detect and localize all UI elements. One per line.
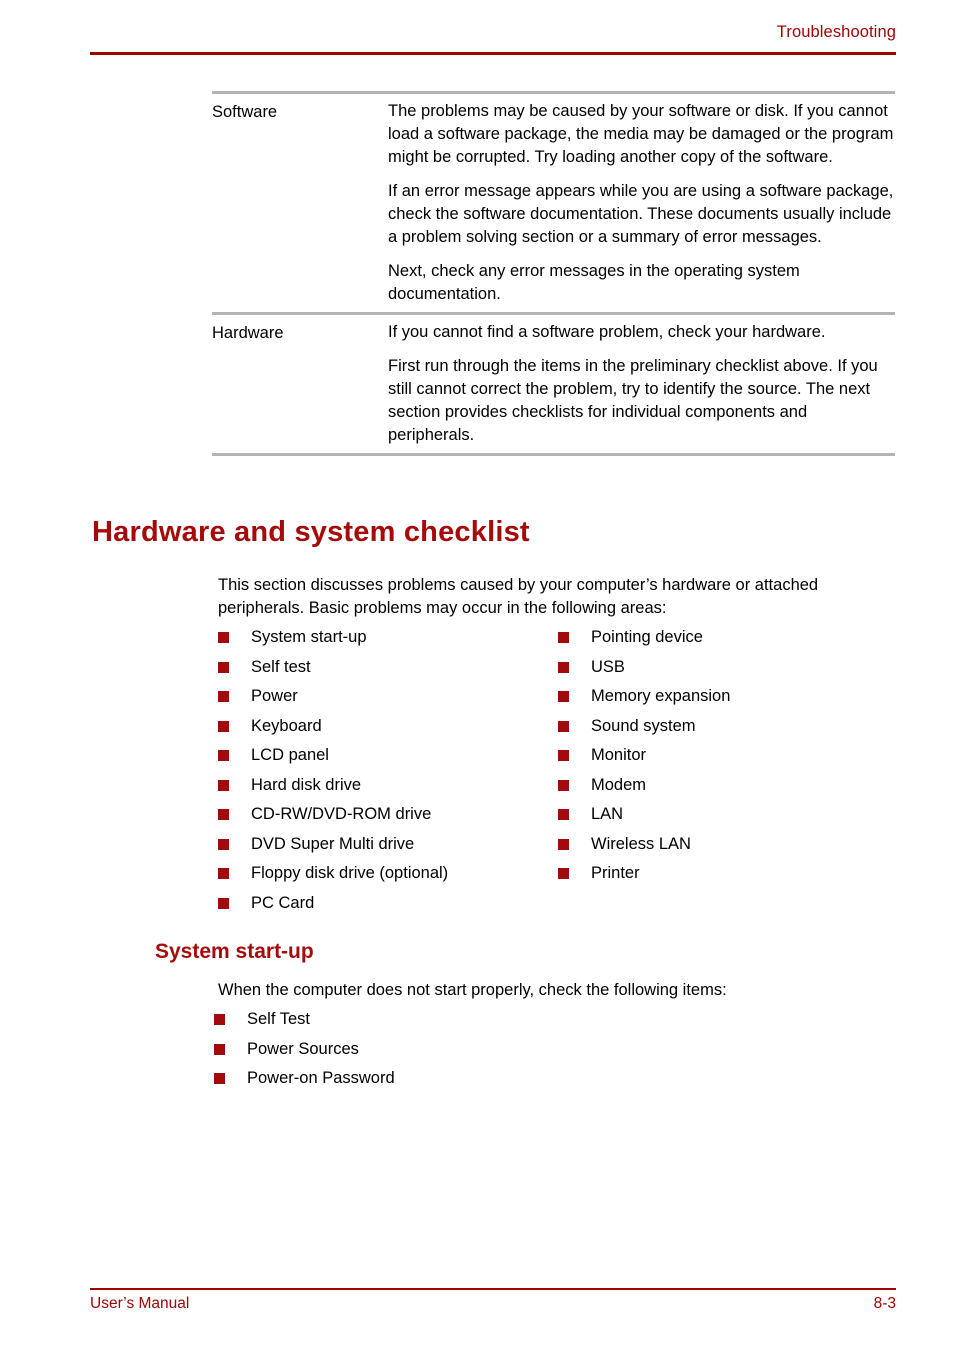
list-item-label: Keyboard (251, 716, 322, 735)
list-item: DVD Super Multi drive (218, 833, 558, 863)
section-intro-paragraph: This section discusses problems caused b… (218, 576, 819, 617)
checklist-column-left: System start-up Self test Power Keyboard… (218, 626, 558, 921)
list-item-label: Sound system (591, 716, 696, 735)
list-item: Printer (558, 862, 898, 892)
list-item: Wireless LAN (558, 833, 898, 863)
subsection-intro-paragraph: When the computer does not start properl… (218, 981, 727, 999)
checklist-column-right: Pointing device USB Memory expansion Sou… (558, 626, 898, 921)
square-bullet-icon (218, 779, 229, 791)
square-bullet-icon (558, 632, 569, 643)
list-item-label: System start-up (251, 628, 367, 646)
square-bullet-icon (558, 779, 569, 791)
square-bullet-icon (558, 838, 569, 850)
square-bullet-icon (214, 1014, 225, 1025)
table-desc-paragraph: First run through the items in the preli… (388, 357, 878, 444)
list-item: Sound system (558, 715, 898, 745)
list-item: Hard disk drive (218, 774, 558, 804)
list-item-label: USB (591, 657, 625, 676)
list-item-label: LCD panel (251, 746, 329, 764)
subsection-checklist: Self Test Power Sources Power-on Passwor… (214, 1008, 614, 1097)
square-bullet-icon (558, 661, 569, 673)
subsection-heading: System start-up (155, 940, 314, 963)
square-bullet-icon (558, 750, 569, 761)
list-item: CD-RW/DVD-ROM drive (218, 803, 558, 833)
footer-manual-label: User’s Manual (90, 1295, 190, 1312)
list-item: System start-up (218, 626, 558, 656)
checklist-columns: System start-up Self test Power Keyboard… (218, 626, 908, 921)
list-item: Floppy disk drive (optional) (218, 862, 558, 892)
table-bottom-rule (212, 453, 895, 456)
footer-page-number: 8-3 (873, 1295, 896, 1312)
square-bullet-icon (218, 868, 229, 879)
table-row: Hardware If you cannot find a software p… (212, 315, 895, 453)
list-item-label: PC Card (251, 893, 315, 912)
list-item: USB (558, 656, 898, 686)
table-desc-paragraph: If you cannot find a software problem, c… (388, 323, 826, 341)
square-bullet-icon (218, 897, 229, 909)
list-item-label: Hard disk drive (251, 775, 362, 794)
list-item-label: Printer (591, 864, 640, 882)
square-bullet-icon (218, 632, 229, 643)
footer-divider-rule (90, 1288, 896, 1290)
list-item-label: Self test (251, 657, 311, 676)
table-term-hardware: Hardware (212, 324, 284, 342)
page-running-header: Troubleshooting (90, 22, 896, 42)
list-item-label: DVD Super Multi drive (251, 834, 415, 853)
list-item: LCD panel (218, 744, 558, 774)
table-desc-paragraph: Next, check any error messages in the op… (388, 262, 800, 303)
list-item-label: Power-on Password (247, 1069, 395, 1087)
list-item: Memory expansion (558, 685, 898, 715)
table-desc-software: The problems may be caused by your softw… (388, 100, 895, 306)
table-term-software: Software (212, 103, 278, 121)
list-item: Self Test (214, 1008, 614, 1038)
table-row: Software The problems may be caused by y… (212, 94, 895, 312)
list-item: PC Card (218, 892, 558, 922)
list-item: Self test (218, 656, 558, 686)
section-heading: Hardware and system checklist (92, 516, 530, 548)
table-desc-hardware: If you cannot find a software problem, c… (388, 321, 895, 447)
square-bullet-icon (214, 1043, 225, 1055)
square-bullet-icon (218, 661, 229, 673)
square-bullet-icon (558, 720, 569, 732)
list-item: Pointing device (558, 626, 898, 656)
square-bullet-icon (218, 691, 229, 702)
list-item: Power-on Password (214, 1067, 614, 1097)
document-page: Troubleshooting Software The problems ma… (0, 0, 954, 1352)
square-bullet-icon (558, 691, 569, 702)
list-item: Monitor (558, 744, 898, 774)
square-bullet-icon (558, 809, 569, 820)
page-footer: User’s Manual 8-3 (90, 1294, 896, 1314)
list-item-label: CD-RW/DVD-ROM drive (251, 805, 432, 823)
list-item: Modem (558, 774, 898, 804)
table-desc-paragraph: The problems may be caused by your softw… (388, 102, 894, 166)
table-desc-paragraph: If an error message appears while you ar… (388, 182, 894, 246)
square-bullet-icon (218, 838, 229, 850)
list-item-label: LAN (591, 805, 624, 823)
list-item-label: Pointing device (591, 628, 703, 646)
list-item-label: Power (251, 687, 298, 705)
square-bullet-icon (218, 750, 229, 761)
square-bullet-icon (214, 1073, 225, 1084)
troubleshooting-definition-table: Software The problems may be caused by y… (212, 91, 895, 456)
list-item: Keyboard (218, 715, 558, 745)
square-bullet-icon (218, 809, 229, 820)
square-bullet-icon (558, 868, 569, 879)
list-item-label: Floppy disk drive (optional) (251, 864, 449, 882)
square-bullet-icon (218, 720, 229, 732)
list-item: LAN (558, 803, 898, 833)
list-item-label: Monitor (591, 746, 647, 764)
running-header-title: Troubleshooting (776, 23, 896, 41)
list-item-label: Memory expansion (591, 687, 731, 705)
list-item-label: Modem (591, 775, 647, 794)
header-divider-rule (90, 52, 896, 55)
list-item: Power Sources (214, 1038, 614, 1068)
list-item-label: Wireless LAN (591, 834, 691, 853)
list-item-label: Power Sources (247, 1039, 359, 1058)
list-item-label: Self Test (247, 1010, 310, 1028)
list-item: Power (218, 685, 558, 715)
